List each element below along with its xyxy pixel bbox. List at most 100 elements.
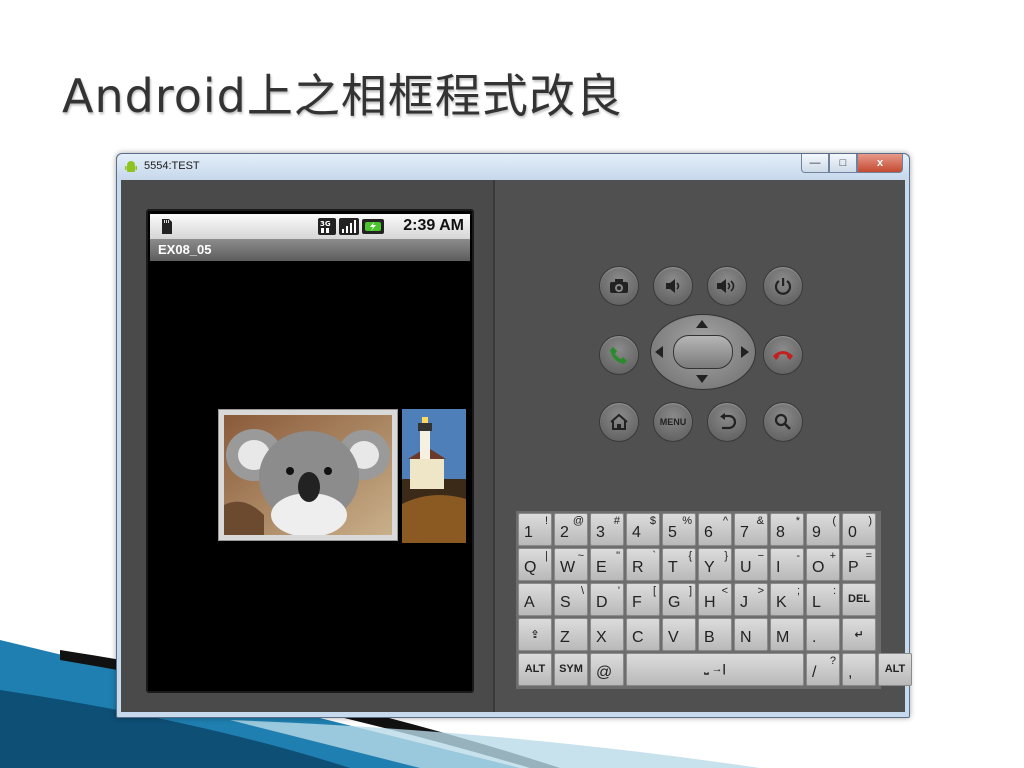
key-label: 5	[668, 524, 677, 541]
keyboard-key[interactable]: Q |	[518, 548, 552, 581]
keyboard-key[interactable]: V	[662, 618, 696, 651]
keyboard-key[interactable]: H <	[698, 583, 732, 616]
key-label: ALT	[524, 663, 546, 675]
keyboard-key[interactable]: 8 *	[770, 513, 804, 546]
app-titlebar: EX08_05	[150, 239, 470, 261]
keyboard-key[interactable]: G]	[662, 583, 696, 616]
gallery-item-koala[interactable]	[218, 409, 398, 541]
key-label: J	[740, 594, 748, 611]
key-alt-label: }	[724, 550, 728, 562]
camera-button[interactable]	[599, 266, 639, 306]
key-alt-label: ^	[722, 515, 728, 527]
keyboard-key[interactable]: K;	[770, 583, 804, 616]
keyboard-key[interactable]: W ~	[554, 548, 588, 581]
keyboard-key[interactable]: ,	[842, 653, 876, 686]
keyboard-key[interactable]: M	[770, 618, 804, 651]
maximize-button[interactable]: □	[829, 154, 857, 173]
status-bar: 3G 2:39 AM	[150, 214, 470, 239]
photo-gallery[interactable]	[218, 409, 468, 543]
key-alt-label: `	[652, 550, 656, 562]
keyboard-key[interactable]: A	[518, 583, 552, 616]
power-button[interactable]	[763, 266, 803, 306]
keyboard-key[interactable]: DEL	[842, 583, 876, 616]
keyboard-key[interactable]: 9(	[806, 513, 840, 546]
keyboard-key[interactable]: ALT	[518, 653, 552, 686]
keyboard-key[interactable]: ⇪	[518, 618, 552, 651]
key-label: 8	[776, 524, 785, 541]
back-button[interactable]	[707, 402, 747, 442]
volume-up-button[interactable]	[707, 266, 747, 306]
volume-up-icon	[717, 279, 735, 293]
call-button[interactable]	[599, 335, 639, 375]
end-call-button[interactable]	[763, 335, 803, 375]
keyboard-key[interactable]: E "	[590, 548, 624, 581]
dpad-down-icon[interactable]	[695, 374, 709, 384]
key-label: 7	[740, 524, 749, 541]
camera-icon	[610, 279, 628, 293]
minimize-button[interactable]: —	[801, 154, 829, 173]
key-label: ALT	[884, 663, 906, 675]
keyboard-key[interactable]: B	[698, 618, 732, 651]
window-titlebar[interactable]: 5554:TEST — □ x	[117, 154, 909, 180]
dpad-center-button[interactable]	[673, 335, 733, 369]
menu-button[interactable]: MENU	[653, 402, 693, 442]
keyboard-key[interactable]: N	[734, 618, 768, 651]
keyboard-key[interactable]: S \	[554, 583, 588, 616]
key-alt-label: =	[865, 550, 872, 562]
key-alt-label: \	[580, 585, 584, 597]
keyboard-key[interactable]: J >	[734, 583, 768, 616]
keyboard-key[interactable]: @	[590, 653, 624, 686]
status-icons: 3G	[318, 218, 384, 235]
keyboard-key[interactable]: 6 ^	[698, 513, 732, 546]
minimize-icon: —	[809, 157, 821, 169]
keyboard-key[interactable]: I-	[770, 548, 804, 581]
keyboard-key[interactable]: O +	[806, 548, 840, 581]
dpad-left-icon[interactable]	[654, 345, 664, 359]
keyboard-key[interactable]: U −	[734, 548, 768, 581]
gallery-item-lighthouse[interactable]	[402, 409, 466, 543]
keyboard-key[interactable]: R `	[626, 548, 660, 581]
keyboard-key[interactable]: 7 &	[734, 513, 768, 546]
search-button[interactable]	[763, 402, 803, 442]
keyboard-key[interactable]: C	[626, 618, 660, 651]
keyboard-key[interactable]: ⎵ →|	[626, 653, 804, 686]
keyboard-key[interactable]: 4 $	[626, 513, 660, 546]
volume-down-button[interactable]	[653, 266, 693, 306]
keyboard-key[interactable]: F[	[626, 583, 660, 616]
keyboard-row: A S \ D ' F[G] H < J > K; L: DEL	[518, 583, 878, 616]
key-label: 6	[704, 524, 713, 541]
dpad-up-icon[interactable]	[695, 319, 709, 329]
status-clock: 2:39 AM	[403, 217, 464, 234]
search-icon	[774, 413, 791, 430]
dpad-right-icon[interactable]	[740, 345, 750, 359]
key-alt-label: ;	[796, 585, 800, 597]
battery-charging-icon	[362, 219, 384, 234]
key-label: L	[812, 594, 821, 611]
keyboard-key[interactable]: SYM	[554, 653, 588, 686]
keyboard-key[interactable]: ALT	[878, 653, 912, 686]
key-label: @	[596, 664, 613, 681]
keyboard-key[interactable]: 0)	[842, 513, 876, 546]
keyboard-key[interactable]: 1!	[518, 513, 552, 546]
keyboard-key[interactable]: /?	[806, 653, 840, 686]
key-alt-label: $	[649, 515, 656, 527]
key-label: O	[812, 559, 825, 576]
keyboard-key[interactable]: X	[590, 618, 624, 651]
home-button[interactable]	[599, 402, 639, 442]
device-screen[interactable]: 3G 2:39 AM EX08_05	[146, 209, 474, 693]
key-label: ,	[848, 664, 853, 681]
keyboard-key[interactable]: ↵	[842, 618, 876, 651]
close-button[interactable]: x	[857, 154, 903, 173]
end-call-icon	[773, 351, 793, 360]
keyboard-key[interactable]: P =	[842, 548, 876, 581]
keyboard-key[interactable]: 2 @	[554, 513, 588, 546]
keyboard-key[interactable]: D '	[590, 583, 624, 616]
keyboard-key[interactable]: Y}	[698, 548, 732, 581]
keyboard-key[interactable]: 5%	[662, 513, 696, 546]
keyboard-key[interactable]: 3 #	[590, 513, 624, 546]
keyboard-key[interactable]: L:	[806, 583, 840, 616]
keyboard-key[interactable]: .	[806, 618, 840, 651]
keyboard-key[interactable]: T{	[662, 548, 696, 581]
key-label: Z	[560, 629, 570, 646]
keyboard-key[interactable]: Z	[554, 618, 588, 651]
